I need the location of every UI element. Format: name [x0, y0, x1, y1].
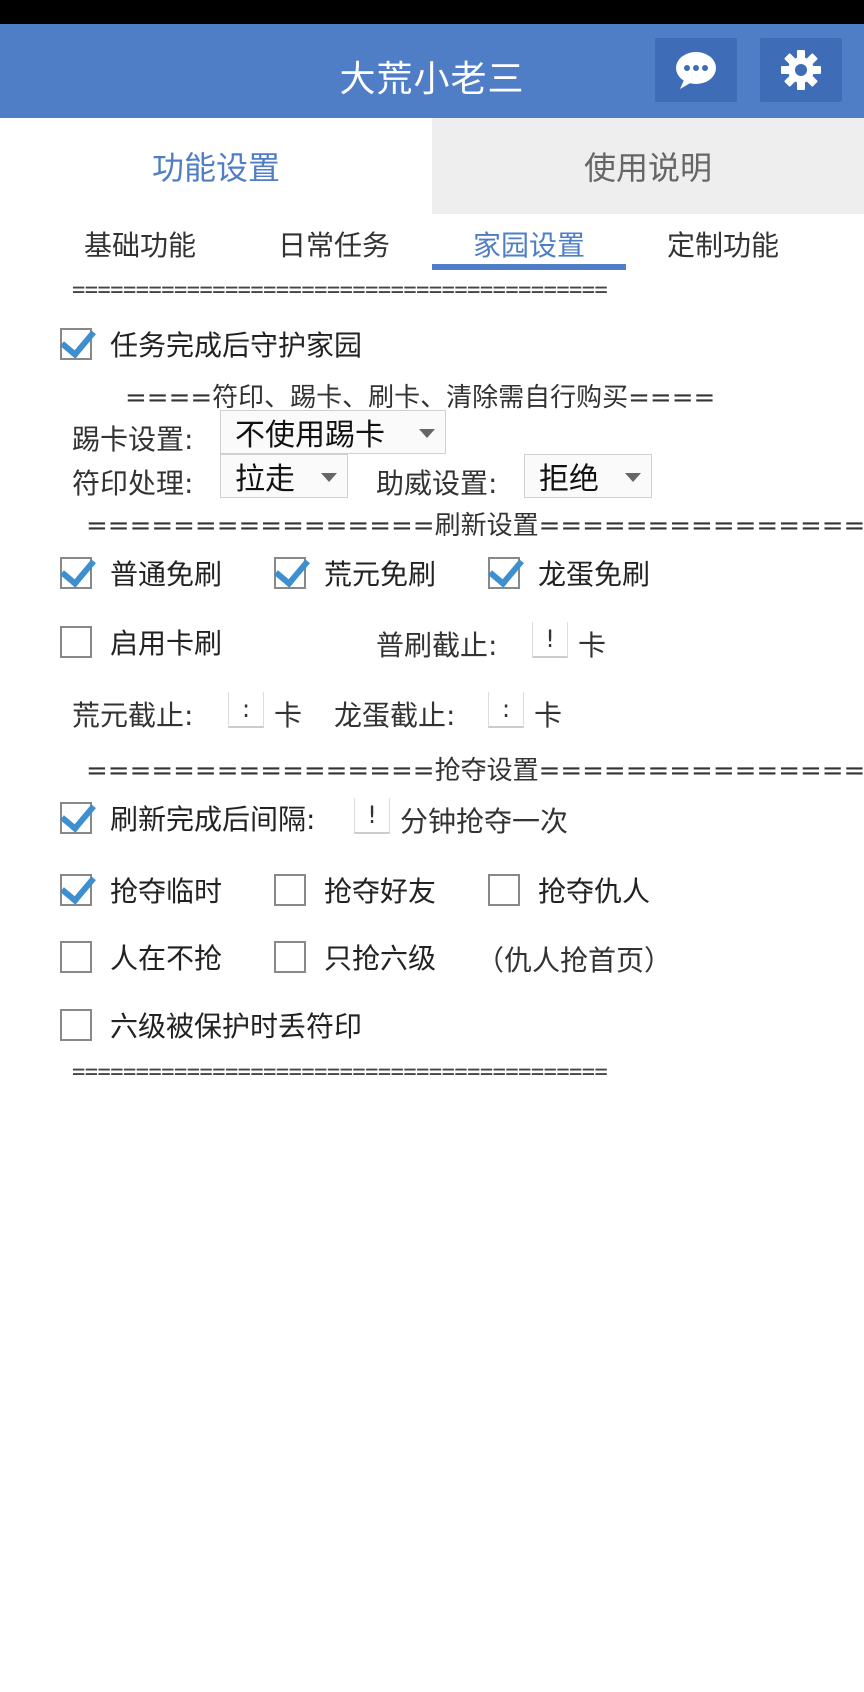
purchase-note: ====符印、踢卡、刷卡、清除需自行购买==== [125, 383, 716, 413]
enemy-homepage-note: （仇人抢首页） [476, 944, 673, 977]
huangyuan-stop-input[interactable]: : [228, 692, 264, 728]
talisman-select[interactable]: 拉走 [220, 454, 348, 498]
refresh-option-huangyuan[interactable]: 荒元免刷 [274, 553, 436, 593]
app-header: 大荒小老三 [0, 24, 864, 120]
sub-tabs: 基础功能 日常任务 家园设置 定制功能 [0, 214, 864, 274]
only-level6-checkbox[interactable] [274, 941, 306, 973]
plunder-section-header: ================抢夺设置================ [86, 756, 864, 786]
kick-select[interactable]: 不使用踢卡 [220, 410, 446, 454]
presence-option-level6[interactable]: 只抢六级 [274, 937, 436, 977]
skip-when-present-checkbox[interactable] [60, 941, 92, 973]
plunder-interval-label: 刷新完成后间隔: [110, 803, 316, 836]
settings-button[interactable] [760, 38, 842, 102]
guard-home-row[interactable]: 任务完成后守护家园 [60, 324, 362, 364]
only-level6-label: 只抢六级 [324, 942, 437, 975]
plunder-friend-label: 抢夺好友 [324, 875, 437, 908]
card-refresh-row[interactable]: 启用卡刷 [60, 622, 222, 662]
huangyuan-stop-label: 荒元截止: [72, 699, 194, 732]
drop-talisman-checkbox[interactable] [60, 1009, 92, 1041]
tab-function-settings[interactable]: 功能设置 [0, 118, 432, 214]
plunder-option-friend[interactable]: 抢夺好友 [274, 870, 436, 910]
subtab-basic[interactable]: 基础功能 [40, 224, 240, 264]
cheer-label: 助威设置: [376, 467, 498, 500]
dragon-free-checkbox[interactable] [488, 557, 520, 589]
normal-free-checkbox[interactable] [60, 557, 92, 589]
plunder-friend-checkbox[interactable] [274, 874, 306, 906]
skip-when-present-label: 人在不抢 [110, 942, 223, 975]
subtab-home[interactable]: 家园设置 [429, 224, 629, 264]
chat-button[interactable] [655, 38, 737, 102]
drop-talisman-row[interactable]: 六级被保护时丢符印 [60, 1005, 362, 1045]
huangyuan-stop-unit: 卡 [274, 699, 303, 732]
dragon-stop-label: 龙蛋截止: [334, 699, 456, 732]
main-tabs: 功能设置 使用说明 [0, 118, 864, 214]
chat-bubble-icon [676, 52, 716, 89]
talisman-label: 符印处理: [72, 467, 194, 500]
talisman-select-value: 拉走 [235, 462, 295, 497]
refresh-option-dragon[interactable]: 龙蛋免刷 [488, 553, 650, 593]
dragon-free-label: 龙蛋免刷 [538, 558, 651, 591]
tab-instructions[interactable]: 使用说明 [432, 118, 864, 214]
plunder-enemy-checkbox[interactable] [488, 874, 520, 906]
card-refresh-label: 启用卡刷 [110, 627, 223, 660]
card-refresh-checkbox[interactable] [60, 626, 92, 658]
normal-stop-label: 普刷截止: [376, 629, 498, 662]
normal-stop-unit: 卡 [578, 629, 607, 662]
cheer-select-value: 拒绝 [539, 462, 599, 497]
plunder-interval-unit: 分钟抢夺一次 [400, 805, 569, 838]
normal-stop-input[interactable]: ! [532, 622, 568, 658]
status-bar [0, 0, 864, 24]
plunder-interval-checkbox[interactable] [60, 802, 92, 834]
plunder-temp-label: 抢夺临时 [110, 875, 223, 908]
subtab-active-indicator [432, 264, 626, 270]
chevron-down-icon [321, 473, 337, 482]
plunder-interval-input[interactable]: ! [354, 798, 390, 834]
guard-home-checkbox[interactable] [60, 328, 92, 360]
subtab-custom[interactable]: 定制功能 [623, 224, 823, 264]
plunder-temp-checkbox[interactable] [60, 874, 92, 906]
subtab-daily[interactable]: 日常任务 [234, 224, 434, 264]
huangyuan-free-checkbox[interactable] [274, 557, 306, 589]
gear-icon [781, 50, 821, 90]
plunder-enemy-label: 抢夺仇人 [538, 875, 651, 908]
separator-bottom: ========================================… [72, 1060, 608, 1085]
guard-home-label: 任务完成后守护家园 [110, 329, 363, 362]
kick-select-value: 不使用踢卡 [235, 418, 385, 453]
plunder-interval-row[interactable]: 刷新完成后间隔: [60, 798, 315, 838]
refresh-option-normal[interactable]: 普通免刷 [60, 553, 222, 593]
cheer-select[interactable]: 拒绝 [524, 454, 652, 498]
drop-talisman-label: 六级被保护时丢符印 [110, 1010, 363, 1043]
refresh-section-header: ================刷新设置================ [86, 511, 864, 541]
dragon-stop-unit: 卡 [534, 699, 563, 732]
huangyuan-free-label: 荒元免刷 [324, 558, 437, 591]
chevron-down-icon [419, 429, 435, 438]
chevron-down-icon [625, 473, 641, 482]
plunder-option-enemy[interactable]: 抢夺仇人 [488, 870, 650, 910]
plunder-option-temp[interactable]: 抢夺临时 [60, 870, 222, 910]
dragon-stop-input[interactable]: : [488, 692, 524, 728]
separator-top: ========================================… [72, 278, 608, 303]
kick-label: 踢卡设置: [72, 423, 194, 456]
normal-free-label: 普通免刷 [110, 558, 223, 591]
presence-option-skip[interactable]: 人在不抢 [60, 937, 222, 977]
